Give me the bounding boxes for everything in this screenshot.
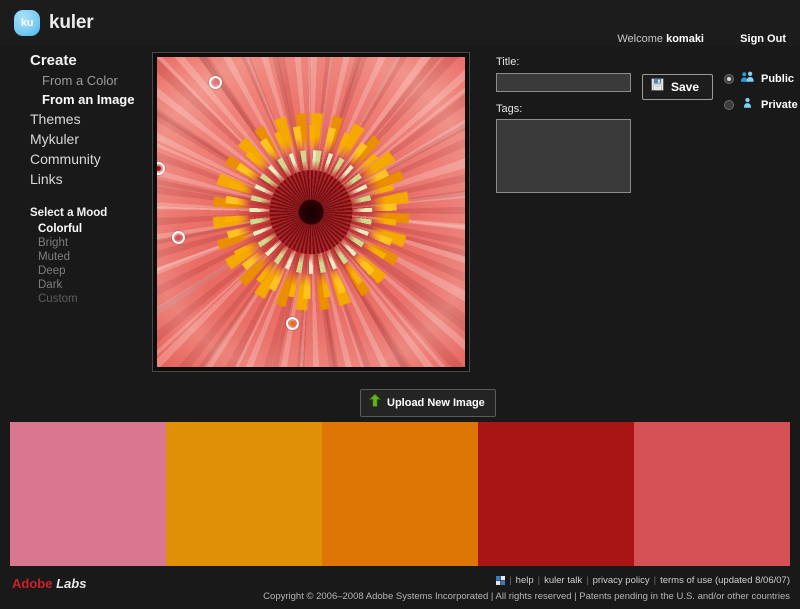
private-person-icon — [740, 96, 755, 114]
app-footer: Adobe Labs | help | kuler talk | privacy… — [0, 566, 800, 609]
footer-link-privacy-policy[interactable]: privacy policy — [593, 575, 650, 586]
footer-link-kuler-talk[interactable]: kuler talk — [544, 575, 582, 586]
public-label: Public — [761, 73, 795, 85]
footer-links: | help | kuler talk | privacy policy | t… — [496, 575, 790, 586]
footer-link-terms-of-use[interactable]: terms of use (updated 8/06/07) — [660, 575, 790, 586]
footer-sep-2: | — [586, 575, 589, 586]
footer-sep-3: | — [653, 575, 657, 586]
mood-item-custom[interactable]: Custom — [0, 292, 145, 306]
private-label: Private — [761, 99, 798, 111]
privacy-option-private[interactable]: Private — [724, 96, 798, 114]
welcome-message: Welcome komaki — [617, 33, 704, 45]
color-sample-marker-3[interactable] — [172, 230, 186, 244]
footer-sep-1: | — [537, 575, 541, 586]
sidebar-item-links[interactable]: Links — [0, 169, 145, 189]
mood-item-dark[interactable]: Dark — [0, 278, 145, 292]
copyright-text: Copyright © 2006–2008 Adobe Systems Inco… — [263, 591, 790, 602]
private-radio[interactable] — [724, 100, 734, 110]
save-button[interactable]: Save — [642, 74, 714, 100]
save-button-label: Save — [671, 80, 700, 94]
labs-word: Labs — [56, 576, 87, 591]
sign-out-link[interactable]: Sign Out — [740, 33, 786, 45]
color-swatch-5[interactable] — [634, 422, 790, 566]
source-image[interactable] — [157, 57, 465, 367]
save-theme-panel: Title: Tags: Save Public Private — [496, 56, 798, 198]
public-radio[interactable] — [724, 74, 734, 84]
color-swatch-4[interactable] — [478, 422, 634, 566]
color-swatch-1[interactable] — [10, 422, 166, 566]
mood-item-muted[interactable]: Muted — [0, 250, 145, 264]
color-swatch-2[interactable] — [166, 422, 322, 566]
adobe-labs-logo: Adobe Labs — [12, 576, 86, 591]
welcome-username: komaki — [666, 33, 704, 45]
kuler-app: ku kuler Welcome komaki Sign Out Create … — [0, 0, 800, 609]
kuler-logo-text: kuler — [49, 12, 94, 33]
mood-item-bright[interactable]: Bright — [0, 236, 145, 250]
kuler-logo[interactable]: ku kuler — [14, 10, 94, 36]
color-swatch-3[interactable] — [322, 422, 478, 566]
sidebar-item-mykuler[interactable]: Mykuler — [0, 129, 145, 149]
region-flag-icon[interactable] — [496, 576, 506, 585]
privacy-options: Public Private — [724, 70, 798, 122]
upload-arrow-icon — [368, 393, 382, 412]
source-image-frame — [152, 52, 470, 372]
floppy-disk-icon — [651, 78, 664, 96]
upload-new-image-label: Upload New Image — [387, 397, 485, 409]
privacy-option-public[interactable]: Public — [724, 70, 798, 88]
adobe-word: Adobe — [12, 576, 53, 591]
flower-disc-core — [298, 199, 324, 225]
title-field-label: Title: — [496, 56, 520, 68]
footer-link-help[interactable]: help — [516, 575, 534, 586]
app-header: ku kuler Welcome komaki Sign Out — [0, 0, 800, 46]
kuler-logo-icon: ku — [14, 10, 40, 36]
sidebar-item-from-an-image[interactable]: From an Image — [0, 90, 145, 109]
tags-textarea[interactable] — [496, 118, 631, 193]
theme-swatch-strip — [0, 422, 800, 566]
mood-item-colorful[interactable]: Colorful — [0, 222, 145, 236]
title-input[interactable] — [496, 72, 631, 92]
mood-item-deep[interactable]: Deep — [0, 264, 145, 278]
footer-sep-0: | — [509, 575, 512, 586]
sidebar-item-community[interactable]: Community — [0, 149, 145, 169]
sidebar-heading-create: Create — [30, 52, 77, 69]
sidebar-item-themes[interactable]: Themes — [0, 109, 145, 129]
sidebar-item-from-a-color[interactable]: From a Color — [0, 71, 145, 90]
color-sample-marker-1[interactable] — [209, 75, 223, 89]
mood-heading: Select a Mood — [30, 207, 108, 219]
public-group-icon — [740, 70, 755, 88]
upload-new-image-button[interactable]: Upload New Image — [360, 389, 496, 417]
sidebar-nav: Create From a Color From an Image Themes… — [0, 52, 145, 306]
welcome-prefix: Welcome — [617, 33, 664, 45]
